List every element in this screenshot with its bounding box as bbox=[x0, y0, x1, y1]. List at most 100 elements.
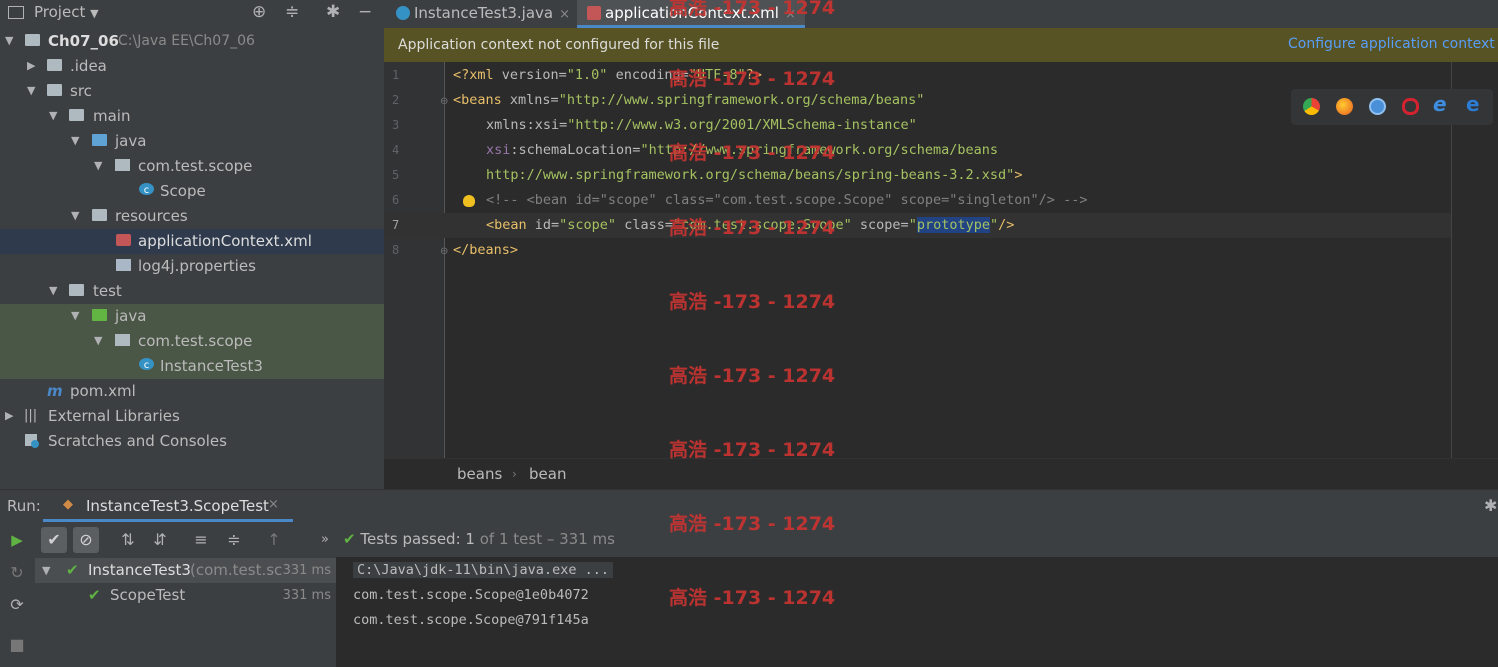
project-view-selector[interactable]: Project ▼ bbox=[34, 3, 99, 21]
chevron-right-icon[interactable]: ▶ bbox=[5, 404, 13, 428]
chevron-down-icon[interactable]: ▼ bbox=[49, 104, 57, 128]
tree-item-main[interactable]: ▼ main bbox=[0, 104, 384, 129]
properties-file-icon bbox=[116, 259, 131, 271]
tree-item-log4j[interactable]: log4j.properties bbox=[0, 254, 384, 279]
spring-xml-icon bbox=[116, 234, 131, 246]
line-number: 8 bbox=[392, 243, 400, 257]
hide-icon[interactable]: − bbox=[358, 2, 372, 22]
selected-text[interactable]: prototype bbox=[916, 217, 990, 233]
tree-item-test-java[interactable]: ▼ java bbox=[0, 304, 384, 329]
tree-item-label: test bbox=[93, 282, 122, 300]
chevron-down-icon: ▼ bbox=[90, 7, 99, 20]
tree-item-label: External Libraries bbox=[48, 407, 180, 425]
chevron-down-icon[interactable]: ▼ bbox=[49, 279, 57, 303]
collapse-all-icon[interactable]: ≑ bbox=[221, 527, 247, 553]
tree-item-scratches[interactable]: Scratches and Consoles bbox=[0, 429, 384, 454]
code-line-8: </beans> bbox=[453, 238, 518, 263]
chrome-icon[interactable] bbox=[1303, 98, 1320, 115]
chevron-right-icon[interactable]: ▶ bbox=[27, 54, 35, 78]
chevron-down-icon[interactable]: ▼ bbox=[71, 304, 79, 328]
line-number: 7 bbox=[392, 218, 400, 232]
rerun-failed-icon[interactable]: ↻ bbox=[4, 560, 30, 586]
chevron-right-icon: › bbox=[512, 467, 517, 481]
breadcrumb-item-beans[interactable]: beans bbox=[457, 465, 502, 483]
test-row[interactable]: ▼ ✔ InstanceTest3 (com.test.sco 331 ms bbox=[35, 558, 336, 583]
toggle-auto-test-icon[interactable]: ⟳ bbox=[4, 592, 30, 618]
collapse-all-icon[interactable]: ≑ bbox=[285, 2, 299, 22]
test-results-tree: ▼ ✔ InstanceTest3 (com.test.sco 331 ms ✔… bbox=[35, 557, 336, 667]
chevron-down-icon[interactable]: ▼ bbox=[71, 129, 79, 153]
show-ignored-icon[interactable]: ⊘ bbox=[73, 527, 99, 553]
chevron-down-icon[interactable]: ▼ bbox=[94, 329, 102, 353]
test-row[interactable]: ✔ ScopeTest 331 ms bbox=[35, 583, 336, 608]
code-token: xmlns= bbox=[501, 92, 559, 108]
run-side-toolbar: ▶ ↻ ⟳ ■ bbox=[0, 522, 36, 667]
tree-item-test[interactable]: ▼ test bbox=[0, 279, 384, 304]
tree-item-test-package[interactable]: ▼ com.test.scope bbox=[0, 329, 384, 354]
code-token: id= bbox=[526, 217, 560, 233]
chevron-down-icon[interactable]: ▼ bbox=[5, 29, 13, 53]
tab-instancetest3-java[interactable]: InstanceTest3.java × bbox=[386, 0, 578, 28]
tree-item-application-context[interactable]: applicationContext.xml bbox=[0, 229, 384, 254]
firefox-icon[interactable] bbox=[1336, 98, 1353, 115]
rerun-icon[interactable]: ▶ bbox=[4, 527, 30, 553]
tree-item-src[interactable]: ▼ src bbox=[0, 79, 384, 104]
chevron-down-icon[interactable]: ▼ bbox=[94, 154, 102, 178]
close-icon[interactable]: × bbox=[559, 7, 570, 22]
check-icon: ✔ bbox=[66, 561, 79, 579]
tree-item-resources[interactable]: ▼ resources bbox=[0, 204, 384, 229]
gear-icon[interactable]: ✱ bbox=[326, 2, 340, 22]
chevron-down-icon[interactable]: ▼ bbox=[27, 79, 35, 103]
chevron-down-icon[interactable]: ▼ bbox=[42, 558, 50, 583]
fold-icon[interactable]: ⊖ bbox=[440, 96, 448, 107]
fold-icon[interactable]: ⊖ bbox=[440, 246, 448, 257]
tree-item-main-package[interactable]: ▼ com.test.scope bbox=[0, 154, 384, 179]
tree-item-scope-class[interactable]: c Scope bbox=[0, 179, 384, 204]
expand-all-icon[interactable]: ≡ bbox=[188, 527, 214, 553]
check-icon: ✔ bbox=[343, 530, 356, 548]
line-number: 4 bbox=[392, 143, 400, 157]
sort-alphabetically-icon[interactable]: ⇅ bbox=[115, 527, 141, 553]
watermark: 高浩 -173 - 1274 bbox=[669, 439, 836, 461]
tree-item-instancetest3[interactable]: c InstanceTest3 bbox=[0, 354, 384, 379]
run-tab[interactable]: ◆ InstanceTest3.ScopeTest × bbox=[43, 490, 293, 522]
edge-icon[interactable]: e bbox=[1466, 92, 1483, 116]
code-token: /> bbox=[998, 217, 1015, 233]
gear-icon[interactable]: ✱ bbox=[1484, 496, 1497, 515]
code-token: "scope" bbox=[559, 217, 617, 233]
tree-item-ch07-06[interactable]: ▼ Ch07_06 C:\Java EE\Ch07_06 bbox=[0, 29, 384, 54]
tree-item-main-java[interactable]: ▼ java bbox=[0, 129, 384, 154]
tree-item-idea[interactable]: ▶ .idea bbox=[0, 54, 384, 79]
folder-icon bbox=[69, 284, 84, 296]
console-badge-icon bbox=[31, 440, 39, 448]
line-number: 6 bbox=[392, 193, 400, 207]
more-icon[interactable]: » bbox=[312, 527, 338, 553]
test-duration: 331 ms bbox=[282, 588, 331, 603]
line-number: 3 bbox=[392, 118, 400, 132]
sort-by-duration-icon[interactable]: ⇵ bbox=[147, 527, 173, 553]
internet-explorer-icon[interactable]: e bbox=[1433, 92, 1450, 116]
test-class-icon: c bbox=[139, 358, 154, 371]
chevron-down-icon[interactable]: ▼ bbox=[71, 204, 79, 228]
close-icon[interactable]: × bbox=[268, 497, 279, 512]
class-icon: c bbox=[139, 183, 154, 196]
tree-item-pom[interactable]: m pom.xml bbox=[0, 379, 384, 404]
breadcrumb-item-bean[interactable]: bean bbox=[529, 465, 566, 483]
previous-failed-icon[interactable]: ↑ bbox=[261, 527, 287, 553]
watermark: 高浩 -173 - 1274 bbox=[669, 291, 836, 313]
code-token: </beans> bbox=[453, 242, 519, 258]
code-token: http://www.springframework.org/schema/be… bbox=[486, 167, 1015, 183]
tree-item-label: log4j.properties bbox=[138, 257, 256, 275]
lightbulb-icon[interactable] bbox=[463, 195, 475, 207]
stop-icon[interactable]: ■ bbox=[4, 632, 30, 658]
safari-icon[interactable] bbox=[1369, 98, 1386, 115]
opera-icon[interactable] bbox=[1402, 98, 1419, 115]
locate-icon[interactable]: ⊕ bbox=[252, 2, 266, 22]
console-command-line[interactable]: C:\Java\jdk-11\bin\java.exe ... bbox=[353, 562, 613, 578]
check-icon: ✔ bbox=[88, 586, 101, 604]
show-passed-icon[interactable]: ✔ bbox=[41, 527, 67, 553]
line-number: 1 bbox=[392, 68, 400, 82]
tree-item-external-libraries[interactable]: ▶ ||| External Libraries bbox=[0, 404, 384, 429]
configure-context-link[interactable]: Configure application context bbox=[1288, 36, 1495, 52]
code-token: version= bbox=[493, 67, 567, 83]
